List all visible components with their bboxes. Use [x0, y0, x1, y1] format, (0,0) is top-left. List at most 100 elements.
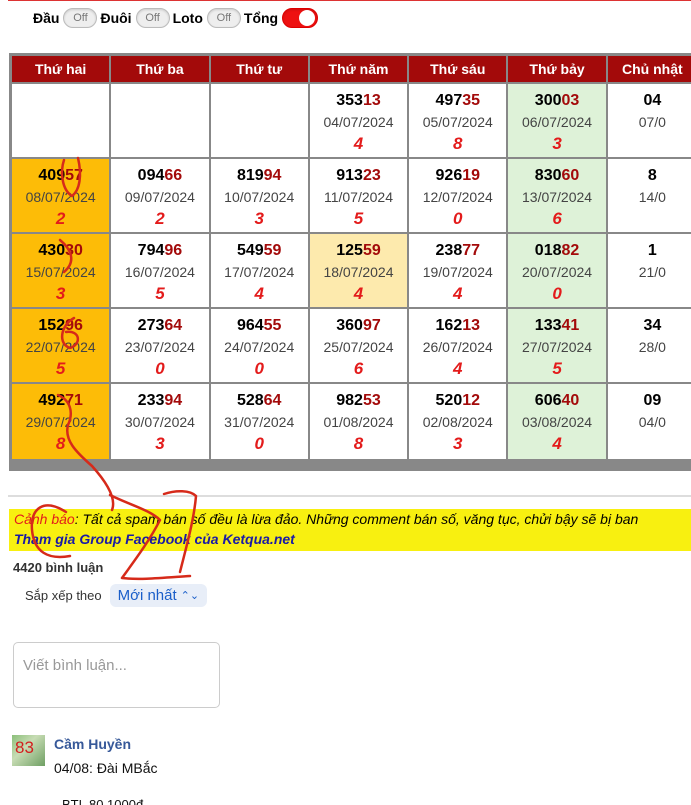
day-cell[interactable]: 1 21/0 [607, 234, 691, 309]
result-sum [12, 133, 109, 155]
day-cell[interactable]: 49735 05/07/2024 8 [409, 84, 507, 159]
result-number: 49271 [12, 391, 109, 411]
result-tail-digits: 57 [65, 167, 83, 184]
day-cell[interactable]: 30003 06/07/2024 3 [508, 84, 606, 159]
result-tail-digits: 53 [362, 392, 381, 409]
result-sum: 3 [254, 209, 264, 228]
result-sum [211, 133, 308, 155]
day-cell[interactable]: 91323 11/07/2024 5 [309, 159, 408, 234]
day-cell[interactable]: 09466 09/07/2024 2 [111, 159, 209, 234]
result-date: 07/0 [638, 114, 666, 130]
result-sum: 8 [55, 434, 66, 453]
result-date: 28/0 [638, 339, 666, 355]
day-cell[interactable]: 09 04/0 [607, 384, 691, 459]
day-cell[interactable]: 13341 27/07/2024 5 [508, 309, 606, 384]
result-date: 31/07/2024 [224, 414, 295, 430]
result-lead-digits: 300 [534, 92, 562, 109]
result-date: 05/07/2024 [422, 114, 493, 130]
day-cell[interactable]: 92619 12/07/2024 0 [409, 159, 507, 234]
day-header: Thứ năm [309, 56, 408, 84]
day-cell[interactable]: 40957 08/07/2024 2 [12, 159, 110, 234]
avatar-text: 83 [15, 738, 34, 757]
sort-select[interactable]: Mới nhất ⌃⌄ [109, 584, 208, 607]
result-lead-digits: 09 [643, 392, 662, 409]
day-cell[interactable]: 79496 16/07/2024 5 [111, 234, 209, 309]
day-cell[interactable]: 81994 10/07/2024 3 [210, 159, 308, 234]
day-cell[interactable] [12, 84, 110, 159]
day-cell[interactable]: 52864 31/07/2024 0 [210, 384, 308, 459]
toggle-loto[interactable]: Off [206, 8, 241, 28]
week-row: 15296 22/07/2024 5 27364 23/07/2024 0 96455 24/… [12, 309, 691, 384]
result-lead-digits: 528 [236, 392, 264, 409]
day-cell[interactable]: 83060 13/07/2024 6 [508, 159, 606, 234]
result-date: 08/07/2024 [25, 189, 96, 205]
result-tail-digits: 19 [462, 167, 481, 184]
result-sum: 3 [552, 134, 562, 153]
result-sum: 2 [55, 209, 66, 228]
day-cell[interactable]: 52012 02/08/2024 3 [409, 384, 507, 459]
result-lead-digits: 125 [336, 242, 363, 259]
result-date: 29/07/2024 [25, 414, 96, 430]
result-date: 06/07/2024 [522, 114, 593, 130]
result-sum: 4 [453, 284, 463, 303]
result-sum [111, 133, 208, 155]
day-cell[interactable]: 60640 03/08/2024 4 [508, 384, 606, 459]
day-cell[interactable]: 34 28/0 [607, 309, 691, 384]
result-sum [608, 208, 691, 230]
day-cell[interactable]: 15296 22/07/2024 5 [12, 309, 110, 384]
result-number: 35313 [310, 91, 407, 111]
result-date [111, 111, 208, 133]
day-cell[interactable]: 23877 19/07/2024 4 [409, 234, 507, 309]
result-tail-digits: 66 [164, 167, 183, 184]
day-cell[interactable]: 27364 23/07/2024 0 [111, 309, 209, 384]
comment-input[interactable]: Viết bình luận... [13, 642, 220, 708]
avatar[interactable]: 83 [12, 735, 45, 766]
result-number: 16213 [409, 316, 506, 336]
result-date: 02/08/2024 [422, 414, 493, 430]
result-date: 16/07/2024 [124, 264, 195, 280]
day-cell[interactable]: 01882 20/07/2024 0 [508, 234, 606, 309]
result-lead-digits: 238 [435, 242, 463, 259]
result-tail-digits: 55 [263, 317, 282, 334]
day-cell[interactable]: 36097 25/07/2024 6 [309, 309, 408, 384]
day-cell[interactable] [210, 84, 308, 159]
sort-row: Sắp xếp theo Mới nhất ⌃⌄ [25, 584, 208, 607]
day-cell[interactable]: 54959 17/07/2024 4 [210, 234, 308, 309]
result-number: 92619 [409, 166, 506, 186]
toggle-dau[interactable]: Off [63, 8, 98, 28]
result-tail-digits: 60 [561, 167, 580, 184]
day-cell[interactable]: 98253 01/08/2024 8 [309, 384, 408, 459]
result-sum: 4 [552, 434, 562, 453]
result-number: 40957 [12, 166, 109, 186]
week-row: 40957 08/07/2024 2 09466 09/07/2024 2 81994 10/… [12, 159, 691, 234]
result-lead-digits: 964 [236, 317, 264, 334]
result-number: 04 [608, 91, 691, 111]
result-sum: 6 [353, 359, 364, 378]
warning-banner: Cảnh báo: Tất cả spam bán số đều là lừa … [9, 509, 691, 551]
day-cell[interactable]: 23394 30/07/2024 3 [111, 384, 209, 459]
result-tail-digits: 77 [462, 242, 481, 259]
day-cell[interactable]: 35313 04/07/2024 4 [309, 84, 408, 159]
toggle-duoi[interactable]: Off [135, 8, 170, 28]
toggle-tong[interactable] [282, 8, 319, 28]
day-cell[interactable]: 04 07/0 [607, 84, 691, 159]
day-cell[interactable]: 12559 18/07/2024 4 [309, 234, 408, 309]
result-number: 54959 [211, 241, 308, 261]
result-number: 83060 [508, 166, 605, 186]
sort-value: Mới nhất [117, 587, 177, 604]
facebook-group-link[interactable]: Tham gia Group Facebook của Ketqua.net [14, 531, 691, 547]
result-sum: 5 [155, 284, 165, 303]
day-cell[interactable]: 43030 15/07/2024 3 [12, 234, 110, 309]
day-cell[interactable]: 49271 29/07/2024 8 [12, 384, 110, 459]
day-cell[interactable]: 8 14/0 [607, 159, 691, 234]
comment-author[interactable]: Cầm Huyền [54, 736, 131, 752]
day-cell[interactable]: 96455 24/07/2024 0 [210, 309, 308, 384]
result-lead-digits: 982 [336, 392, 363, 409]
day-cell[interactable]: 16213 26/07/2024 4 [409, 309, 507, 384]
result-tail-digits: 13 [462, 317, 481, 334]
result-lead-digits: 606 [534, 392, 562, 409]
result-lead-digits: 492 [38, 392, 66, 409]
result-tail-digits: 13 [362, 92, 381, 109]
day-cell[interactable] [111, 84, 209, 159]
day-header: Thứ bảy [508, 56, 606, 84]
